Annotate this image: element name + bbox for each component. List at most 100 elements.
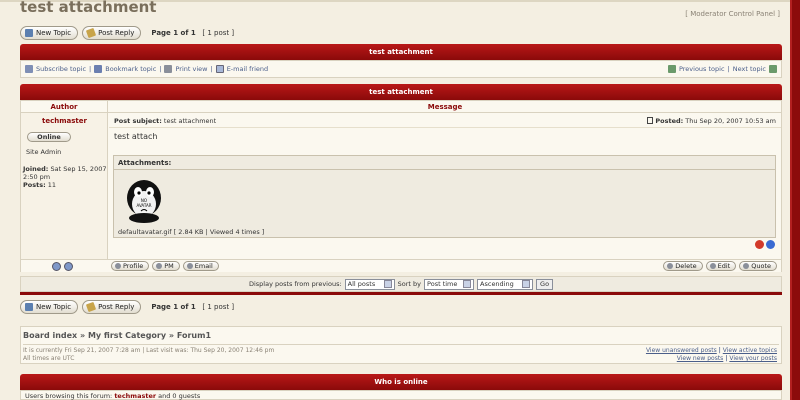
subject-label: Post subject:: [114, 116, 162, 125]
breadcrumb: Board index » My first Category » Forum1: [23, 331, 211, 340]
previous-arrow-icon: [667, 65, 676, 73]
delete-label: Delete: [675, 262, 697, 270]
posts-info: Posts: 11: [23, 181, 107, 189]
print-view-link[interactable]: Print view: [175, 65, 207, 73]
email-friend-link[interactable]: E-mail friend: [227, 65, 268, 73]
email-label: Email: [194, 262, 213, 270]
report-icon[interactable]: [755, 240, 764, 249]
contact-buttons: Profile PM Email: [111, 261, 219, 271]
avatar-text-avatar: AVATAR: [136, 203, 151, 208]
view-new-posts-link[interactable]: View new posts: [677, 355, 724, 362]
days-select[interactable]: All posts: [344, 278, 395, 290]
chevron-down-icon: [383, 280, 392, 288]
board-time-info: It is currently Fri Sep 21, 2007 7:28 am…: [23, 347, 274, 363]
post-link-icon[interactable]: [647, 117, 654, 124]
page-wrapper: test attachment [ Moderator Control Pane…: [0, 0, 790, 400]
view-your-posts-link[interactable]: View your posts: [729, 355, 777, 362]
breadcrumb-category[interactable]: My first Category: [88, 331, 166, 340]
post-reply-button[interactable]: Post Reply: [82, 300, 142, 314]
chevron-down-icon: [463, 280, 472, 288]
view-unanswered-link[interactable]: View unanswered posts: [646, 347, 717, 354]
quote-icon: [743, 263, 750, 269]
subscribe-topic-link[interactable]: Subscribe topic: [36, 65, 86, 73]
post-count: [ 1 post ]: [202, 29, 235, 37]
page-title: test attachment: [20, 0, 157, 16]
topic-actions-left: Subscribe topic | Bookmark topic | Print…: [25, 65, 268, 73]
top-button-row: New Topic Post Reply Page 1 of 1 [ 1 pos…: [20, 26, 234, 40]
new-topic-button[interactable]: New Topic: [20, 26, 79, 40]
who-is-online-text: Users browsing this forum: techmaster an…: [20, 390, 782, 400]
who-online-suffix: and 0 guests: [158, 392, 201, 400]
chevron-down-icon: [522, 280, 531, 288]
pagination-info: Page 1 of 1 [ 1 post ]: [151, 29, 234, 37]
display-label: Display posts from previous:: [248, 280, 342, 288]
separator: |: [210, 65, 213, 73]
view-active-topics-link[interactable]: View active topics: [723, 347, 777, 354]
days-select-value: All posts: [347, 280, 376, 288]
pencil-icon: [85, 301, 97, 313]
current-time-text: It is currently Fri Sep 21, 2007 7:28 am…: [23, 347, 275, 354]
mcp-label[interactable]: Moderator Control Panel: [690, 10, 775, 18]
timezone-text: All times are UTC: [23, 355, 75, 362]
bookmark-icon: [94, 65, 103, 73]
posts-label: Posts:: [23, 181, 46, 189]
moderator-control-panel-link[interactable]: [ Moderator Control Panel ]: [685, 10, 780, 18]
email-icon: [215, 65, 224, 73]
new-topic-label: New Topic: [36, 29, 72, 37]
print-icon: [164, 65, 173, 73]
board-quick-links: View unanswered posts | View active topi…: [646, 347, 777, 363]
quote-button[interactable]: Quote: [739, 261, 777, 271]
author-panel: techmaster Online Site Admin Joined: Sat…: [21, 113, 108, 259]
post-reply-label: Post Reply: [98, 29, 135, 37]
sort-direction-select[interactable]: Ascending: [477, 278, 534, 290]
previous-topic-link[interactable]: Previous topic: [679, 65, 725, 73]
online-user-link[interactable]: techmaster: [114, 392, 156, 400]
no-avatar-image[interactable]: NO AVATAR: [124, 178, 164, 224]
edit-icon: [709, 263, 716, 269]
post-body-text: test attach: [114, 132, 158, 141]
new-topic-icon: [25, 29, 33, 37]
sort-key-select[interactable]: Post time: [424, 278, 475, 290]
who-online-prefix: Users browsing this forum:: [25, 392, 113, 400]
pm-label: PM: [164, 262, 174, 270]
post-subject-line: Post subject: test attachment Posted: Th…: [109, 114, 781, 128]
attachment-file-info[interactable]: defaultavatar.gif [ 2.84 KB | Viewed 4 t…: [118, 228, 264, 236]
breadcrumb-forum[interactable]: Forum1: [177, 331, 211, 340]
profile-button[interactable]: Profile: [111, 261, 150, 271]
edit-button[interactable]: Edit: [705, 261, 737, 271]
next-topic-link[interactable]: Next topic: [733, 65, 766, 73]
back-to-top-icon[interactable]: [52, 262, 61, 271]
go-button[interactable]: Go: [536, 278, 554, 290]
profile-label: Profile: [123, 262, 144, 270]
breadcrumb-separator: »: [80, 331, 86, 340]
bracket-close: ]: [777, 10, 780, 18]
post-reply-button[interactable]: Post Reply: [82, 26, 142, 40]
page-label: Page 1 of 1: [151, 29, 196, 37]
breadcrumb-board-index[interactable]: Board index: [23, 331, 77, 340]
info-icon[interactable]: [766, 240, 775, 249]
delete-button[interactable]: Delete: [663, 261, 703, 271]
joined-info: Joined: Sat Sep 15, 2007 2:50 pm: [23, 165, 107, 181]
sort-by-label: Sort by: [397, 280, 422, 288]
pencil-icon: [85, 27, 97, 39]
separator: |: [159, 65, 162, 73]
email-button[interactable]: Email: [182, 261, 219, 271]
post-report-icons: [755, 240, 775, 249]
bookmark-topic-link[interactable]: Bookmark topic: [105, 65, 156, 73]
author-rank: Site Admin: [26, 148, 62, 156]
bracket-open: [: [685, 10, 688, 18]
topic-header-bar: test attachment: [20, 44, 782, 60]
edit-label: Edit: [717, 262, 731, 270]
post-buttons-row: Profile PM Email Delete Edit Quote: [21, 259, 781, 272]
posted-label: Posted:: [655, 116, 684, 125]
scroll-down-icon[interactable]: [64, 262, 73, 271]
posts-value: 11: [47, 181, 57, 189]
pm-button[interactable]: PM: [152, 261, 180, 271]
attachments-box: Attachments: NO AVATAR defaultavatar.gif…: [113, 155, 776, 238]
author-name-link[interactable]: techmaster: [21, 117, 108, 125]
new-topic-button[interactable]: New Topic: [20, 300, 79, 314]
divider: [114, 169, 775, 170]
page-label: Page 1 of 1: [151, 303, 196, 311]
display-options-bar: Display posts from previous: All posts S…: [20, 276, 782, 292]
subject-value: test attachment: [163, 116, 217, 125]
